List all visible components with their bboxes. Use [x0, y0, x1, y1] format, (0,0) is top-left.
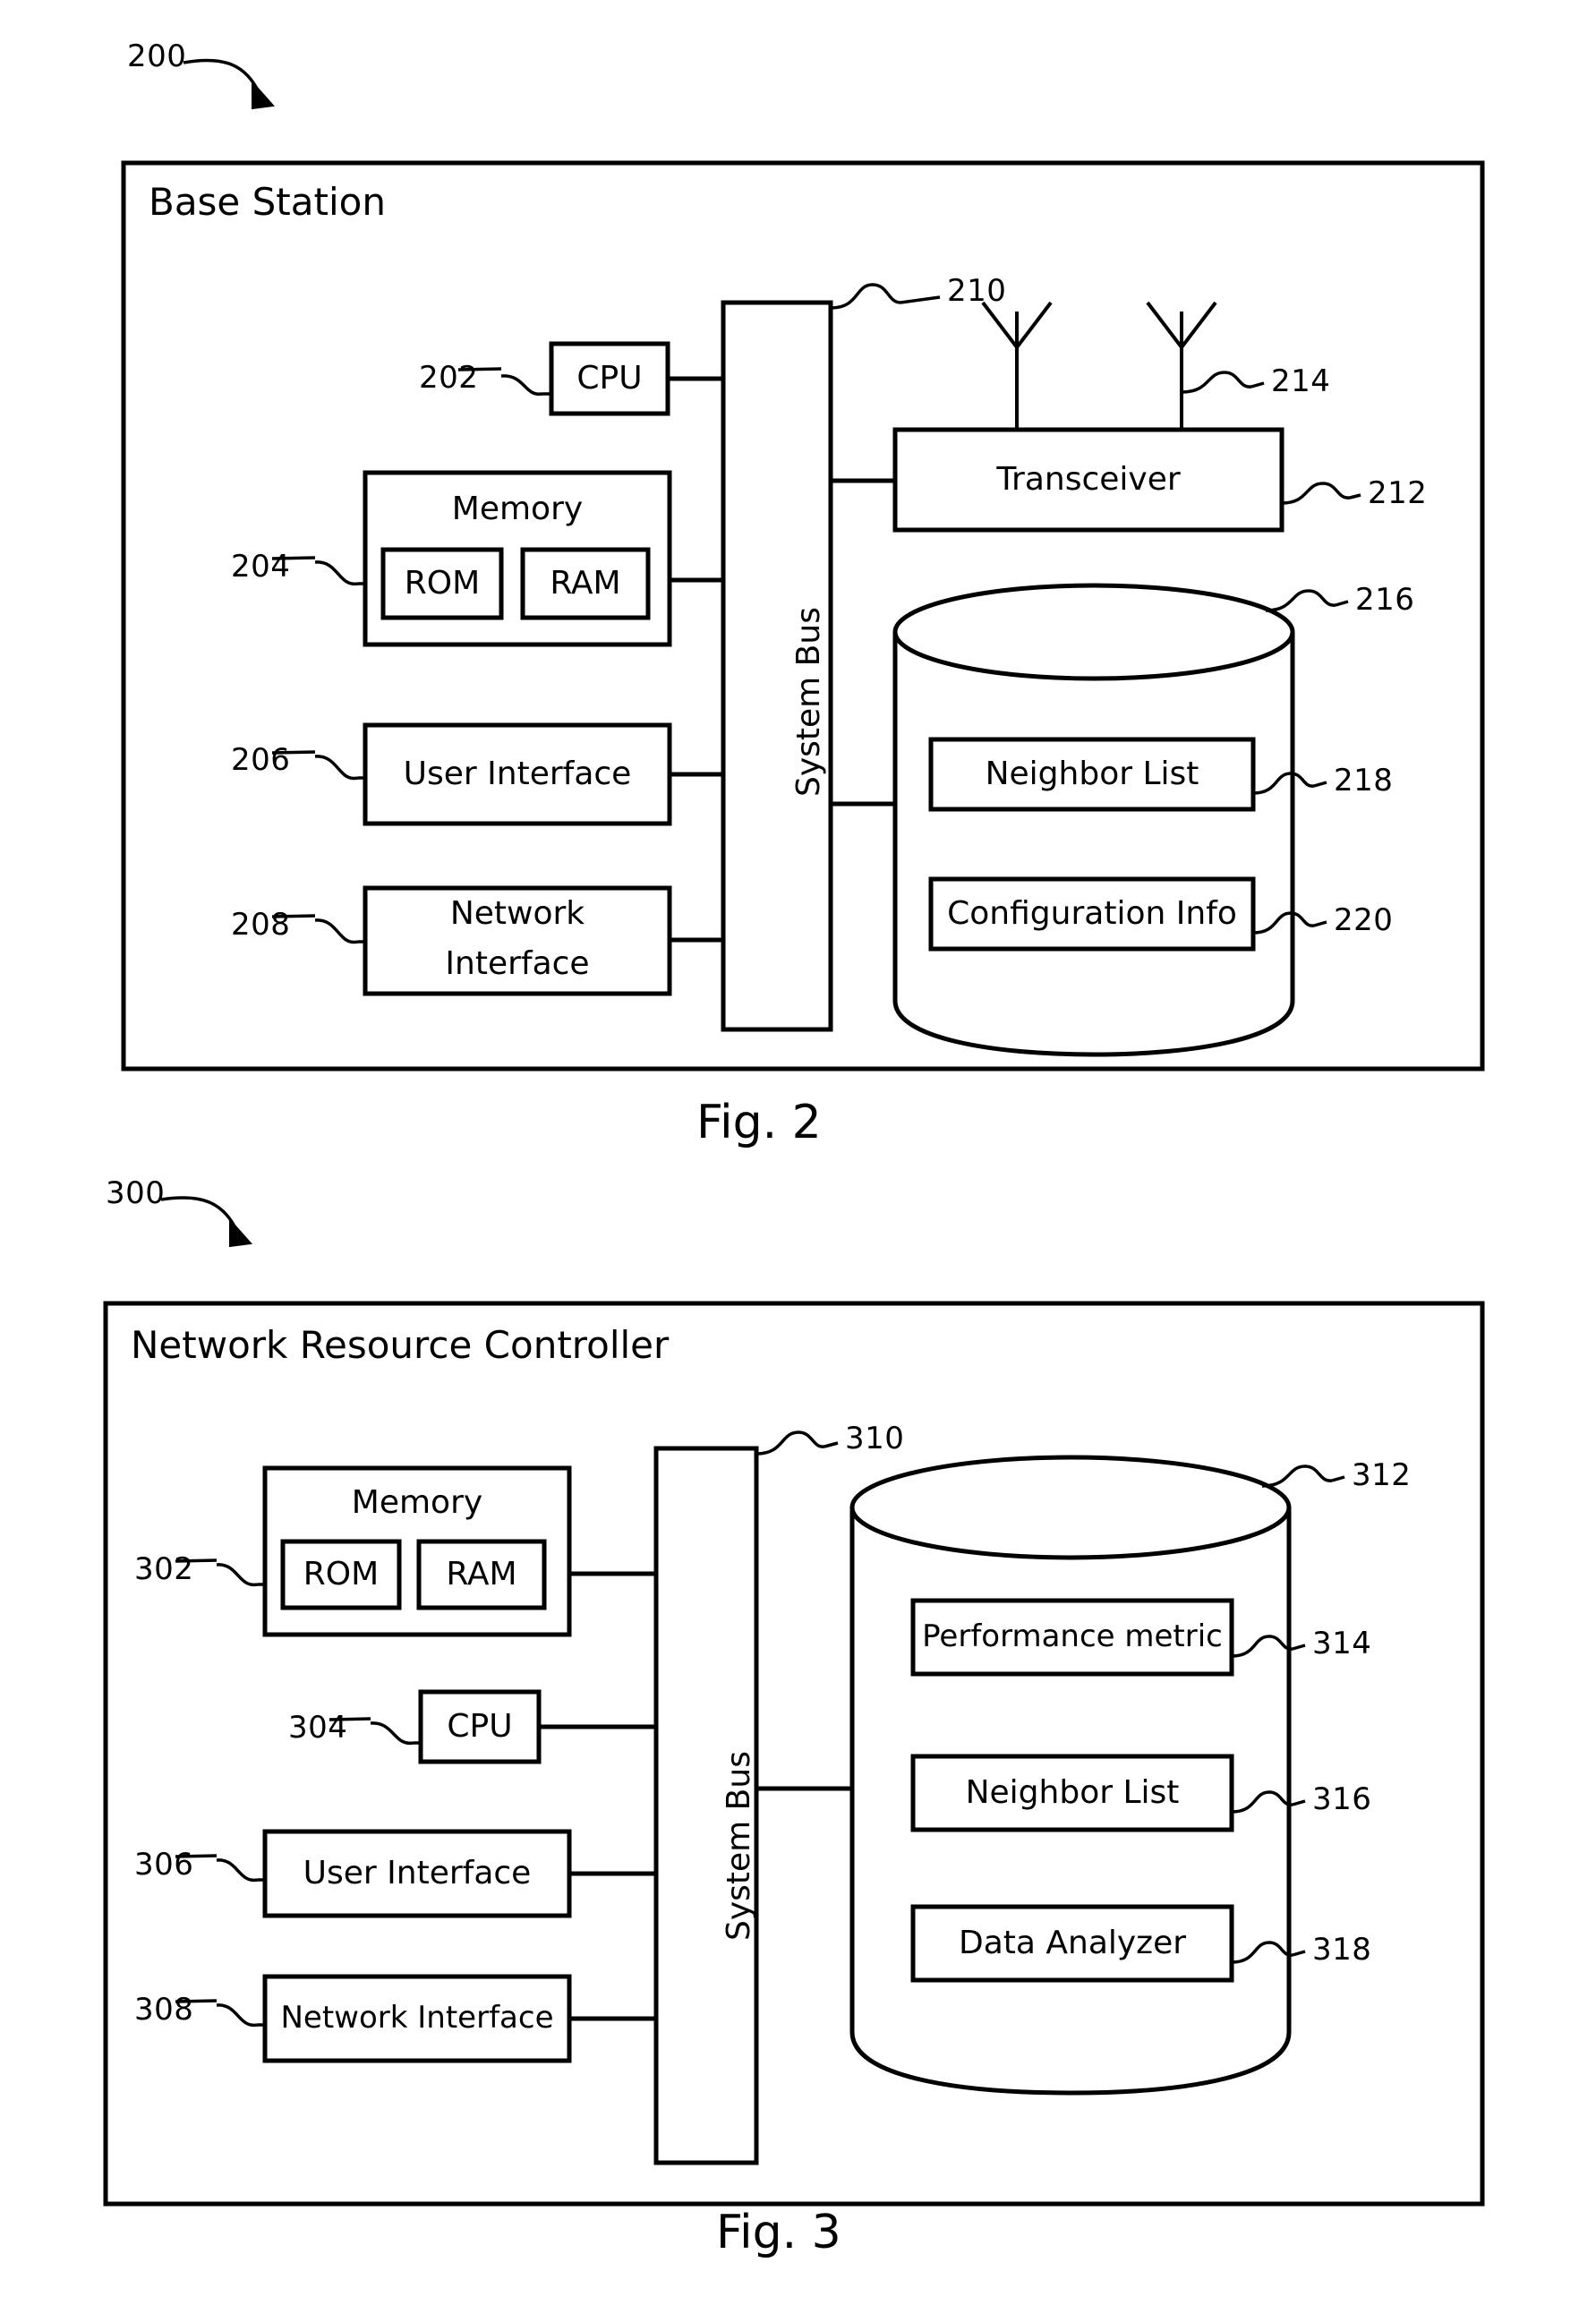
antenna-2-left-fig2	[1146, 301, 1183, 349]
ref-302: 302	[134, 1551, 194, 1587]
leader-216	[1265, 589, 1336, 612]
leader-314	[1231, 1635, 1293, 1658]
ref-318: 318	[1312, 1932, 1372, 1968]
ram-label-fig3: RAM	[446, 1556, 517, 1593]
data-analyzer-label-fig3: Data Analyzer	[958, 1925, 1187, 1962]
neighbor-list-label-fig2: Neighbor List	[985, 756, 1199, 793]
leader-306	[216, 1858, 259, 1882]
leader-312	[1261, 1464, 1333, 1488]
user-interface-label-fig3: User Interface	[303, 1855, 532, 1892]
leader-200	[183, 58, 261, 95]
leader-220	[1252, 911, 1315, 935]
leader-316	[1231, 1790, 1293, 1814]
leader-300	[160, 1196, 239, 1233]
ref-212: 212	[1368, 475, 1428, 511]
leader-304	[370, 1721, 414, 1745]
leader-318-tail	[1292, 1950, 1306, 1957]
leader-216-tail	[1335, 600, 1349, 607]
leader-208	[314, 918, 359, 944]
ref-218: 218	[1334, 763, 1394, 798]
antenna-1-right-fig2	[1015, 301, 1053, 349]
leader-312-tail	[1331, 1475, 1345, 1482]
user-interface-label-fig2: User Interface	[403, 756, 632, 793]
leader-314-tail	[1292, 1644, 1306, 1651]
performance-metric-label-fig3: Performance metric	[922, 1618, 1223, 1655]
leader-316-tail	[1292, 1799, 1306, 1806]
ref-214: 214	[1271, 363, 1331, 399]
leader-310	[755, 1430, 825, 1456]
leader-214-tail	[1250, 381, 1265, 389]
ram-label-fig2: RAM	[550, 565, 621, 602]
leader-310-tail	[824, 1441, 839, 1448]
ref-220: 220	[1334, 902, 1394, 938]
system-bus-label-fig3: System Bus	[721, 1751, 757, 1941]
cpu-label-fig3: CPU	[447, 1708, 513, 1746]
ref-204: 204	[231, 549, 291, 585]
figure-caption-fig3: Fig. 3	[716, 2206, 841, 2259]
memory-label-fig2: Memory	[451, 491, 584, 528]
ref-308: 308	[134, 1992, 194, 2028]
database-top-ellipse-fig3	[849, 1455, 1292, 1560]
leader-202	[500, 374, 542, 396]
ref-310: 310	[845, 1421, 905, 1456]
arrowhead-300	[229, 1217, 252, 1248]
leader-212-tail	[1349, 493, 1361, 500]
cpu-label-fig2: CPU	[576, 360, 643, 397]
ref-210: 210	[947, 273, 1007, 309]
neighbor-list-label-fig3: Neighbor List	[965, 1774, 1180, 1812]
panel-title-nrc: Network Resource Controller	[131, 1323, 670, 1367]
panel-title-base-station: Base Station	[149, 180, 386, 224]
leader-210	[830, 283, 901, 310]
configuration-info-label-fig2: Configuration Info	[947, 895, 1237, 933]
ref-208: 208	[231, 907, 291, 943]
leader-302	[216, 1563, 259, 1586]
leader-308	[216, 2003, 259, 2027]
patent-figure-sheet: 200 Base Station 202 CPU 204 Memory ROM …	[0, 0, 1596, 2297]
ref-314: 314	[1312, 1626, 1372, 1661]
network-interface-label-line2-fig2: Interface	[445, 945, 590, 983]
network-interface-label-line1-fig2: Network	[449, 895, 585, 933]
leader-204	[314, 560, 359, 585]
leader-220-tail	[1313, 920, 1327, 927]
system-bus-label-fig2: System Bus	[790, 607, 827, 797]
ref-306: 306	[134, 1847, 194, 1883]
leader-214	[1181, 371, 1252, 394]
figure-caption-fig2: Fig. 2	[696, 1096, 822, 1149]
arrowhead-200	[252, 80, 275, 110]
ref-312: 312	[1352, 1457, 1412, 1493]
leader-218	[1252, 772, 1315, 795]
memory-label-fig3: Memory	[351, 1484, 483, 1522]
database-bottom-fig2	[892, 1000, 1295, 1057]
ref-216: 216	[1355, 582, 1415, 618]
leader-212	[1281, 482, 1351, 505]
database-top-ellipse-fig2	[892, 583, 1295, 681]
leader-206	[314, 755, 359, 781]
rom-label-fig3: ROM	[303, 1556, 380, 1593]
leader-210-tail	[900, 295, 941, 304]
antenna-1-left-fig2	[981, 301, 1019, 349]
panel-border-nrc	[103, 1301, 1485, 2207]
transceiver-label-fig2: Transceiver	[996, 461, 1181, 499]
network-interface-label-fig3: Network Interface	[280, 2000, 554, 2037]
ref-202: 202	[419, 360, 479, 396]
ref-316: 316	[1312, 1781, 1372, 1817]
rom-label-fig2: ROM	[404, 565, 481, 602]
database-bottom-fig3	[849, 2031, 1292, 2096]
leader-318	[1231, 1941, 1293, 1964]
ref-304: 304	[288, 1710, 348, 1746]
figure-ref-200: 200	[127, 38, 187, 74]
figure-ref-300: 300	[106, 1175, 166, 1211]
leader-218-tail	[1313, 781, 1327, 788]
antenna-2-right-fig2	[1180, 301, 1217, 349]
ref-206: 206	[231, 742, 291, 778]
